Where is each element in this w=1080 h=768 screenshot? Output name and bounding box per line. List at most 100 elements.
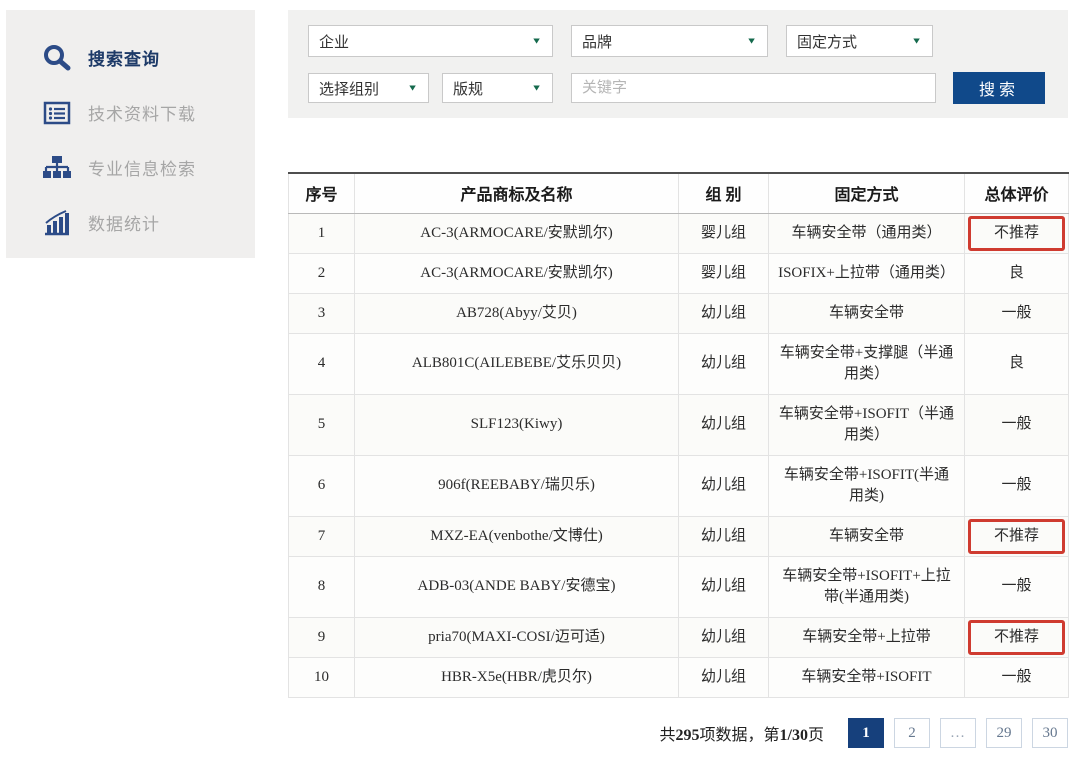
cell-group: 幼儿组 — [679, 394, 769, 455]
chevron-down-icon — [746, 36, 757, 46]
brand-select-value: 品牌 — [582, 31, 612, 52]
cell-index: 4 — [289, 333, 355, 394]
keyword-input[interactable] — [571, 73, 936, 103]
brand-select[interactable]: 品牌 — [571, 25, 768, 57]
cell-overall-rating: 一般 — [965, 657, 1069, 697]
cell-group: 幼儿组 — [679, 293, 769, 333]
column-header-rating: 总体评价 — [965, 173, 1069, 213]
cell-fixing-method: 车辆安全带 — [769, 293, 965, 333]
results-table-body: 1AC-3(ARMOCARE/安默凯尔)婴儿组车辆安全带（通用类）不推荐2AC-… — [289, 213, 1069, 697]
regulation-version-select[interactable]: 版规 — [442, 73, 553, 103]
sidebar-item-label: 数据统计 — [88, 210, 160, 235]
cell-product-name: HBR-X5e(HBR/虎贝尔) — [355, 657, 679, 697]
fixing-method-select-value: 固定方式 — [797, 31, 857, 52]
cell-overall-rating: 良 — [965, 333, 1069, 394]
column-header-name: 产品商标及名称 — [355, 173, 679, 213]
table-row: 7MXZ-EA(venbothe/文博仕)幼儿组车辆安全带不推荐 — [289, 516, 1069, 556]
table-header-row: 序号 产品商标及名称 组 别 固定方式 总体评价 — [289, 173, 1069, 213]
cell-overall-rating: 一般 — [965, 455, 1069, 516]
cell-index: 5 — [289, 394, 355, 455]
chevron-down-icon — [911, 36, 922, 46]
table-row: 2AC-3(ARMOCARE/安默凯尔)婴儿组ISOFIX+上拉带（通用类）良 — [289, 253, 1069, 293]
cell-fixing-method: ISOFIX+上拉带（通用类） — [769, 253, 965, 293]
table-row: 5SLF123(Kiwy)幼儿组车辆安全带+ISOFIT（半通用类）一般 — [289, 394, 1069, 455]
table-row: 1AC-3(ARMOCARE/安默凯尔)婴儿组车辆安全带（通用类）不推荐 — [289, 213, 1069, 253]
page-ellipsis[interactable]: … — [940, 718, 976, 748]
table-row: 9pria70(MAXI-COSI/迈可适)幼儿组车辆安全带+上拉带不推荐 — [289, 617, 1069, 657]
cell-group: 幼儿组 — [679, 657, 769, 697]
cell-group: 幼儿组 — [679, 455, 769, 516]
group-select[interactable]: 选择组别 — [308, 73, 429, 103]
cell-product-name: AB728(Abyy/艾贝) — [355, 293, 679, 333]
filter-panel: 企业 品牌 固定方式 选择组别 版规 搜索 — [288, 10, 1068, 118]
column-header-index: 序号 — [289, 173, 355, 213]
cell-product-name: AC-3(ARMOCARE/安默凯尔) — [355, 213, 679, 253]
cell-overall-rating: 不推荐 — [965, 213, 1069, 253]
cell-index: 1 — [289, 213, 355, 253]
chevron-down-icon — [531, 36, 542, 46]
cell-overall-rating: 不推荐 — [965, 617, 1069, 657]
cell-index: 2 — [289, 253, 355, 293]
chevron-down-icon — [407, 83, 418, 93]
chevron-down-icon — [531, 83, 542, 93]
company-select[interactable]: 企业 — [308, 25, 553, 57]
cell-index: 10 — [289, 657, 355, 697]
red-highlight-box — [968, 519, 1065, 554]
cell-index: 6 — [289, 455, 355, 516]
cell-index: 9 — [289, 617, 355, 657]
sidebar-item-tech-docs-download[interactable]: 技术资料下载 — [42, 85, 255, 140]
cell-group: 幼儿组 — [679, 516, 769, 556]
page-button-30[interactable]: 30 — [1032, 718, 1068, 748]
cell-group: 幼儿组 — [679, 556, 769, 617]
cell-fixing-method: 车辆安全带 — [769, 516, 965, 556]
results-table: 序号 产品商标及名称 组 别 固定方式 总体评价 1AC-3(ARMOCARE/… — [288, 172, 1069, 698]
cell-product-name: 906f(REEBABY/瑞贝乐) — [355, 455, 679, 516]
cell-fixing-method: 车辆安全带（通用类） — [769, 213, 965, 253]
fixing-method-select[interactable]: 固定方式 — [786, 25, 933, 57]
table-row: 4ALB801C(AILEBEBE/艾乐贝贝)幼儿组车辆安全带+支撑腿（半通用类… — [289, 333, 1069, 394]
sidebar-item-label: 技术资料下载 — [88, 100, 196, 125]
search-query-page: 搜索查询 技术资料下载 — [0, 0, 1080, 768]
cell-overall-rating: 一般 — [965, 394, 1069, 455]
sidebar-item-pro-info-search[interactable]: 专业信息检索 — [42, 140, 255, 195]
pagination: 共295项数据，第1/30页 1 2 … 29 30 — [288, 716, 1068, 750]
cell-overall-rating: 良 — [965, 253, 1069, 293]
cell-product-name: SLF123(Kiwy) — [355, 394, 679, 455]
cell-product-name: ADB-03(ANDE BABY/安德宝) — [355, 556, 679, 617]
cell-group: 幼儿组 — [679, 333, 769, 394]
cell-product-name: pria70(MAXI-COSI/迈可适) — [355, 617, 679, 657]
document-list-icon — [42, 98, 72, 128]
sidebar-item-label: 专业信息检索 — [88, 155, 196, 180]
regulation-version-select-value: 版规 — [453, 78, 483, 99]
cell-product-name: MXZ-EA(venbothe/文博仕) — [355, 516, 679, 556]
company-select-value: 企业 — [319, 31, 349, 52]
cell-fixing-method: 车辆安全带+上拉带 — [769, 617, 965, 657]
cell-fixing-method: 车辆安全带+ISOFIT(半通用类) — [769, 455, 965, 516]
table-row: 10HBR-X5e(HBR/虎贝尔)幼儿组车辆安全带+ISOFIT一般 — [289, 657, 1069, 697]
red-highlight-box — [968, 620, 1065, 655]
cell-fixing-method: 车辆安全带+ISOFIT — [769, 657, 965, 697]
cell-index: 8 — [289, 556, 355, 617]
cell-overall-rating: 一般 — [965, 556, 1069, 617]
sidebar-item-data-statistics[interactable]: 数据统计 — [42, 195, 255, 250]
search-icon — [42, 43, 72, 73]
table-row: 6906f(REEBABY/瑞贝乐)幼儿组车辆安全带+ISOFIT(半通用类)一… — [289, 455, 1069, 516]
cell-overall-rating: 一般 — [965, 293, 1069, 333]
bar-chart-icon — [42, 208, 72, 238]
sidebar: 搜索查询 技术资料下载 — [6, 10, 255, 258]
cell-group: 婴儿组 — [679, 213, 769, 253]
cell-product-name: AC-3(ARMOCARE/安默凯尔) — [355, 253, 679, 293]
page-button-2[interactable]: 2 — [894, 718, 930, 748]
cell-index: 3 — [289, 293, 355, 333]
sitemap-icon — [42, 153, 72, 183]
cell-index: 7 — [289, 516, 355, 556]
red-highlight-box — [968, 216, 1065, 251]
cell-fixing-method: 车辆安全带+支撑腿（半通用类） — [769, 333, 965, 394]
pagination-summary: 共295项数据，第1/30页 — [660, 721, 825, 745]
page-button-29[interactable]: 29 — [986, 718, 1022, 748]
search-button[interactable]: 搜索 — [953, 72, 1045, 104]
cell-fixing-method: 车辆安全带+ISOFIT（半通用类） — [769, 394, 965, 455]
column-header-fixing: 固定方式 — [769, 173, 965, 213]
page-button-1[interactable]: 1 — [848, 718, 884, 748]
sidebar-item-search-query[interactable]: 搜索查询 — [42, 30, 255, 85]
